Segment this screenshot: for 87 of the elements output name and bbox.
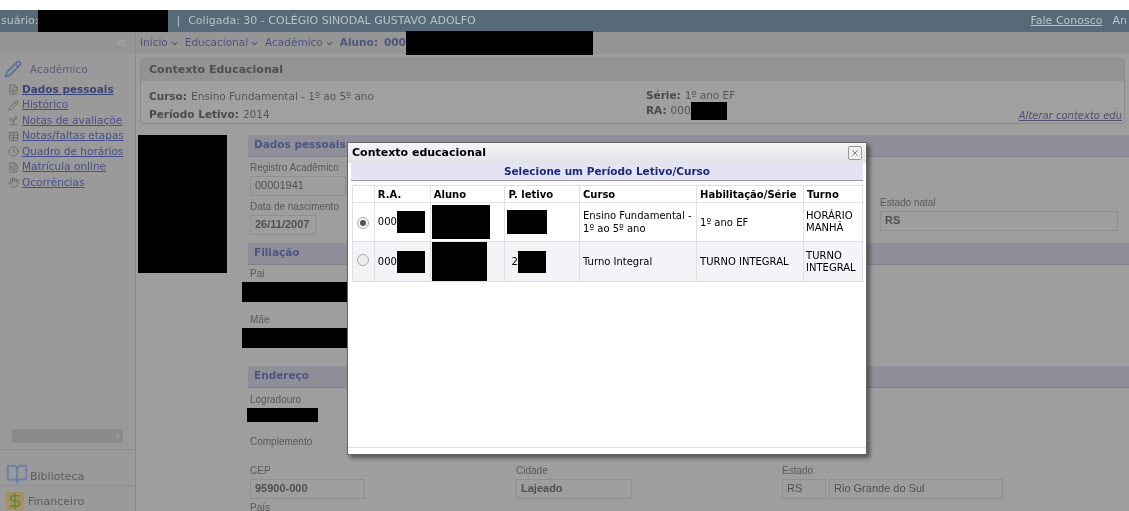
field-label: Registro Acadêmico xyxy=(250,160,339,175)
table-cell: HORÁRIO MANHÃ xyxy=(803,202,863,242)
field-label: Período Letivo: xyxy=(149,106,239,122)
pencil-icon xyxy=(4,60,22,78)
field-label: Estado natal xyxy=(880,195,936,210)
field-value: RS xyxy=(782,478,826,499)
column-header: R.A. xyxy=(374,185,431,203)
column-header: P. letivo xyxy=(505,185,580,203)
sidebar-section-title: Acadêmico xyxy=(30,62,88,78)
close-button[interactable] xyxy=(848,146,862,160)
field-label: RA: xyxy=(646,102,667,118)
student-label: Aluno: xyxy=(339,35,378,51)
contact-link[interactable]: Fale Conosco xyxy=(1030,12,1103,30)
field-label: País xyxy=(250,500,270,511)
table-cell: Ensino Fundamental - 1º ao 5º ano xyxy=(579,202,697,242)
module-tab[interactable]: Biblioteca xyxy=(30,468,85,485)
redaction-bar xyxy=(690,101,727,120)
sidebar-link[interactable]: Ocorrências xyxy=(22,174,85,191)
field-value: 1º ano EF xyxy=(684,87,736,103)
field-label: Mãe xyxy=(250,312,270,327)
separator: | xyxy=(176,12,181,29)
radio-button[interactable] xyxy=(357,216,370,229)
user-label: suário: xyxy=(1,12,39,29)
table-heading: Selecione um Período Letivo/Curso xyxy=(351,163,863,181)
field-value: 00001941 xyxy=(250,175,346,196)
sidebar-link[interactable]: Notas de avaliaçõe xyxy=(22,112,123,129)
field-value: RS xyxy=(880,210,1118,231)
book-icon xyxy=(6,463,28,485)
field-value: 95900-000 xyxy=(250,478,365,499)
student-id: 000 xyxy=(383,35,406,51)
hand-icon xyxy=(8,177,19,189)
school-name: Coligada: 30 - COLÉGIO SINODAL GUSTAVO ADOLFO xyxy=(188,12,476,29)
pencil-icon xyxy=(8,99,19,111)
column-header: Turno xyxy=(803,185,863,203)
sidebar-link[interactable]: Histórico xyxy=(22,97,69,114)
redaction-bar xyxy=(431,205,490,239)
plant-icon xyxy=(8,115,19,127)
module-tab[interactable]: Financeiro xyxy=(28,493,85,510)
breadcrumb-item[interactable]: Acadêmico xyxy=(265,35,323,51)
redaction-bar xyxy=(517,250,546,273)
money-icon xyxy=(6,492,24,510)
field-value: Ensino Fundamental - 1º ao 5º ano xyxy=(191,89,374,104)
field-value: 000 xyxy=(670,102,691,118)
change-context-link[interactable]: Alterar contexto edu xyxy=(1018,107,1122,123)
breadcrumb-item[interactable]: Início xyxy=(140,35,168,51)
breadcrumb-item[interactable]: Educacional xyxy=(184,35,249,51)
sidebar-link[interactable]: Quadro de horários xyxy=(22,143,124,160)
redaction-bar xyxy=(507,210,548,234)
field-label: Estado xyxy=(782,463,814,478)
field-value: Rio Grande do Sul xyxy=(829,478,1003,499)
field-value: 2014 xyxy=(242,106,270,122)
document-icon xyxy=(8,161,19,173)
field-value: Lajeado xyxy=(516,478,632,499)
redaction-bar xyxy=(431,242,487,281)
table-icon xyxy=(8,130,19,142)
field-label: Série: xyxy=(646,87,681,103)
table-cell: 000 xyxy=(377,255,397,267)
field-label: Pai xyxy=(250,266,265,281)
column-header: Aluno xyxy=(430,185,505,203)
radio-button[interactable] xyxy=(357,253,370,266)
table-cell: TURNO INTEGRAL xyxy=(803,241,863,282)
sidebar-link[interactable]: Dados pessoais xyxy=(22,81,114,98)
redaction-bar xyxy=(396,211,425,233)
table-cell: 1º ano EF xyxy=(696,202,804,242)
redaction-bar xyxy=(247,407,318,422)
field-label: Cidade xyxy=(516,463,548,478)
field-value: 26/11/2007 xyxy=(250,214,316,235)
sidebar-link[interactable]: Notas/faltas etapas xyxy=(22,128,124,145)
collapse-icon[interactable] xyxy=(115,37,127,49)
table-cell: 2 xyxy=(511,255,518,267)
document-icon xyxy=(8,84,19,96)
sidebar-link[interactable]: Matrícula online xyxy=(22,159,106,176)
field-label: CEP xyxy=(250,463,271,478)
header-link[interactable]: An xyxy=(1112,12,1127,30)
table-cell: 000 xyxy=(377,216,397,227)
card-title: Contexto Educacional xyxy=(141,59,1124,81)
close-icon xyxy=(850,148,860,158)
field-label: Curso: xyxy=(149,89,188,104)
field-label: Data de nascimento xyxy=(250,199,339,214)
column-header: Curso xyxy=(579,185,697,203)
field-label: Complemento xyxy=(250,434,313,449)
table-cell: Turno Integral xyxy=(579,241,697,282)
field-label: Logradouro xyxy=(250,392,302,407)
table-cell: TURNO INTEGRAL xyxy=(696,241,804,282)
redaction-bar xyxy=(396,250,425,273)
column-header: Habilitação/Série xyxy=(696,185,804,203)
clock-icon xyxy=(8,146,19,158)
